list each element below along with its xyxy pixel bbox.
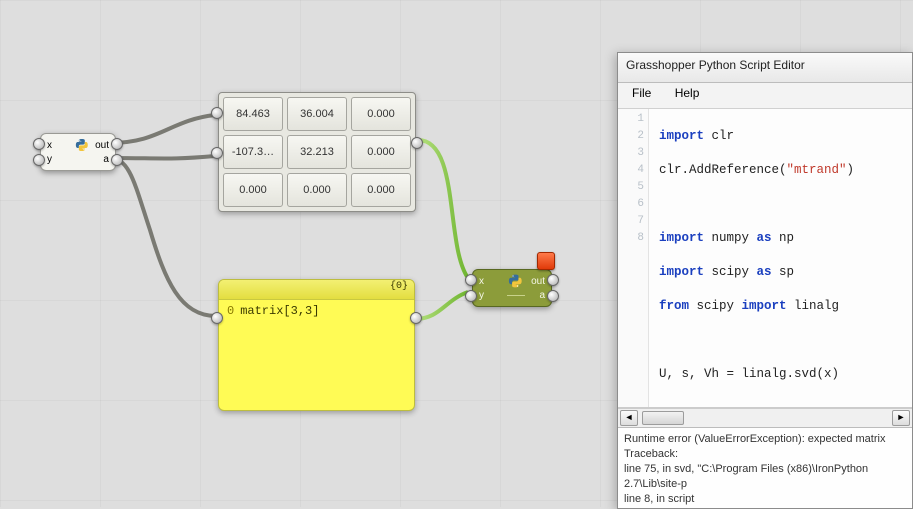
port[interactable] [33, 138, 45, 150]
editor-title: Grasshopper Python Script Editor [618, 53, 912, 83]
error-badge-icon[interactable] [537, 252, 555, 270]
port[interactable] [547, 274, 559, 286]
port[interactable] [410, 312, 422, 324]
panel-text: matrix[3,3] [240, 304, 319, 318]
port[interactable] [547, 290, 559, 302]
matrix-cell: 0.000 [287, 173, 347, 207]
code-editor[interactable]: import clr clr.AddReference("mtrand") im… [649, 109, 912, 407]
node2-out-a: a [525, 290, 545, 301]
port[interactable] [111, 138, 123, 150]
scroll-left-icon[interactable]: ◄ [620, 410, 638, 426]
node1-in-x: x [47, 140, 57, 151]
matrix-cell: 32.213 [287, 135, 347, 169]
python-node-2-selected[interactable]: x out y a [472, 269, 552, 307]
scroll-right-icon[interactable]: ► [892, 410, 910, 426]
python-icon [508, 273, 523, 289]
port[interactable] [111, 154, 123, 166]
line-gutter: 1 2 3 4 5 6 7 8 [618, 109, 649, 407]
script-editor-window[interactable]: Grasshopper Python Script Editor File He… [617, 52, 913, 509]
node1-out-a: a [90, 154, 109, 165]
matrix-cell: 0.000 [351, 173, 411, 207]
python-icon [75, 137, 89, 153]
panel-header: {0} [219, 280, 414, 300]
editor-menubar: File Help [618, 83, 912, 109]
matrix-cell: 0.000 [351, 97, 411, 131]
node2-out-out: out [525, 276, 545, 287]
editor-hscrollbar[interactable]: ◄ ► [618, 408, 912, 427]
matrix-cell: 0.000 [351, 135, 411, 169]
node1-in-y: y [47, 154, 57, 165]
menu-file[interactable]: File [632, 86, 651, 100]
port[interactable] [211, 107, 223, 119]
data-viewer-panel[interactable]: {0} 0 matrix[3,3] [218, 279, 415, 411]
matrix-cell: 36.004 [287, 97, 347, 131]
matrix-cell: 84.463 [223, 97, 283, 131]
node1-out-out: out [90, 140, 109, 151]
matrix-cell: 0.000 [223, 173, 283, 207]
port[interactable] [211, 147, 223, 159]
port[interactable] [33, 154, 45, 166]
menu-help[interactable]: Help [675, 86, 700, 100]
matrix-display[interactable]: 84.463 36.004 0.000 -107.3… 32.213 0.000… [218, 92, 416, 212]
port[interactable] [411, 137, 423, 149]
node2-in-x: x [479, 276, 490, 287]
panel-index: 0 [227, 304, 234, 318]
port[interactable] [465, 274, 477, 286]
python-node-1[interactable]: x out y a [40, 133, 116, 171]
node2-in-y: y [479, 290, 490, 301]
scroll-thumb[interactable] [642, 411, 684, 425]
error-output: Runtime error (ValueErrorException): exp… [618, 427, 912, 508]
port[interactable] [465, 290, 477, 302]
port[interactable] [211, 312, 223, 324]
matrix-cell: -107.3… [223, 135, 283, 169]
